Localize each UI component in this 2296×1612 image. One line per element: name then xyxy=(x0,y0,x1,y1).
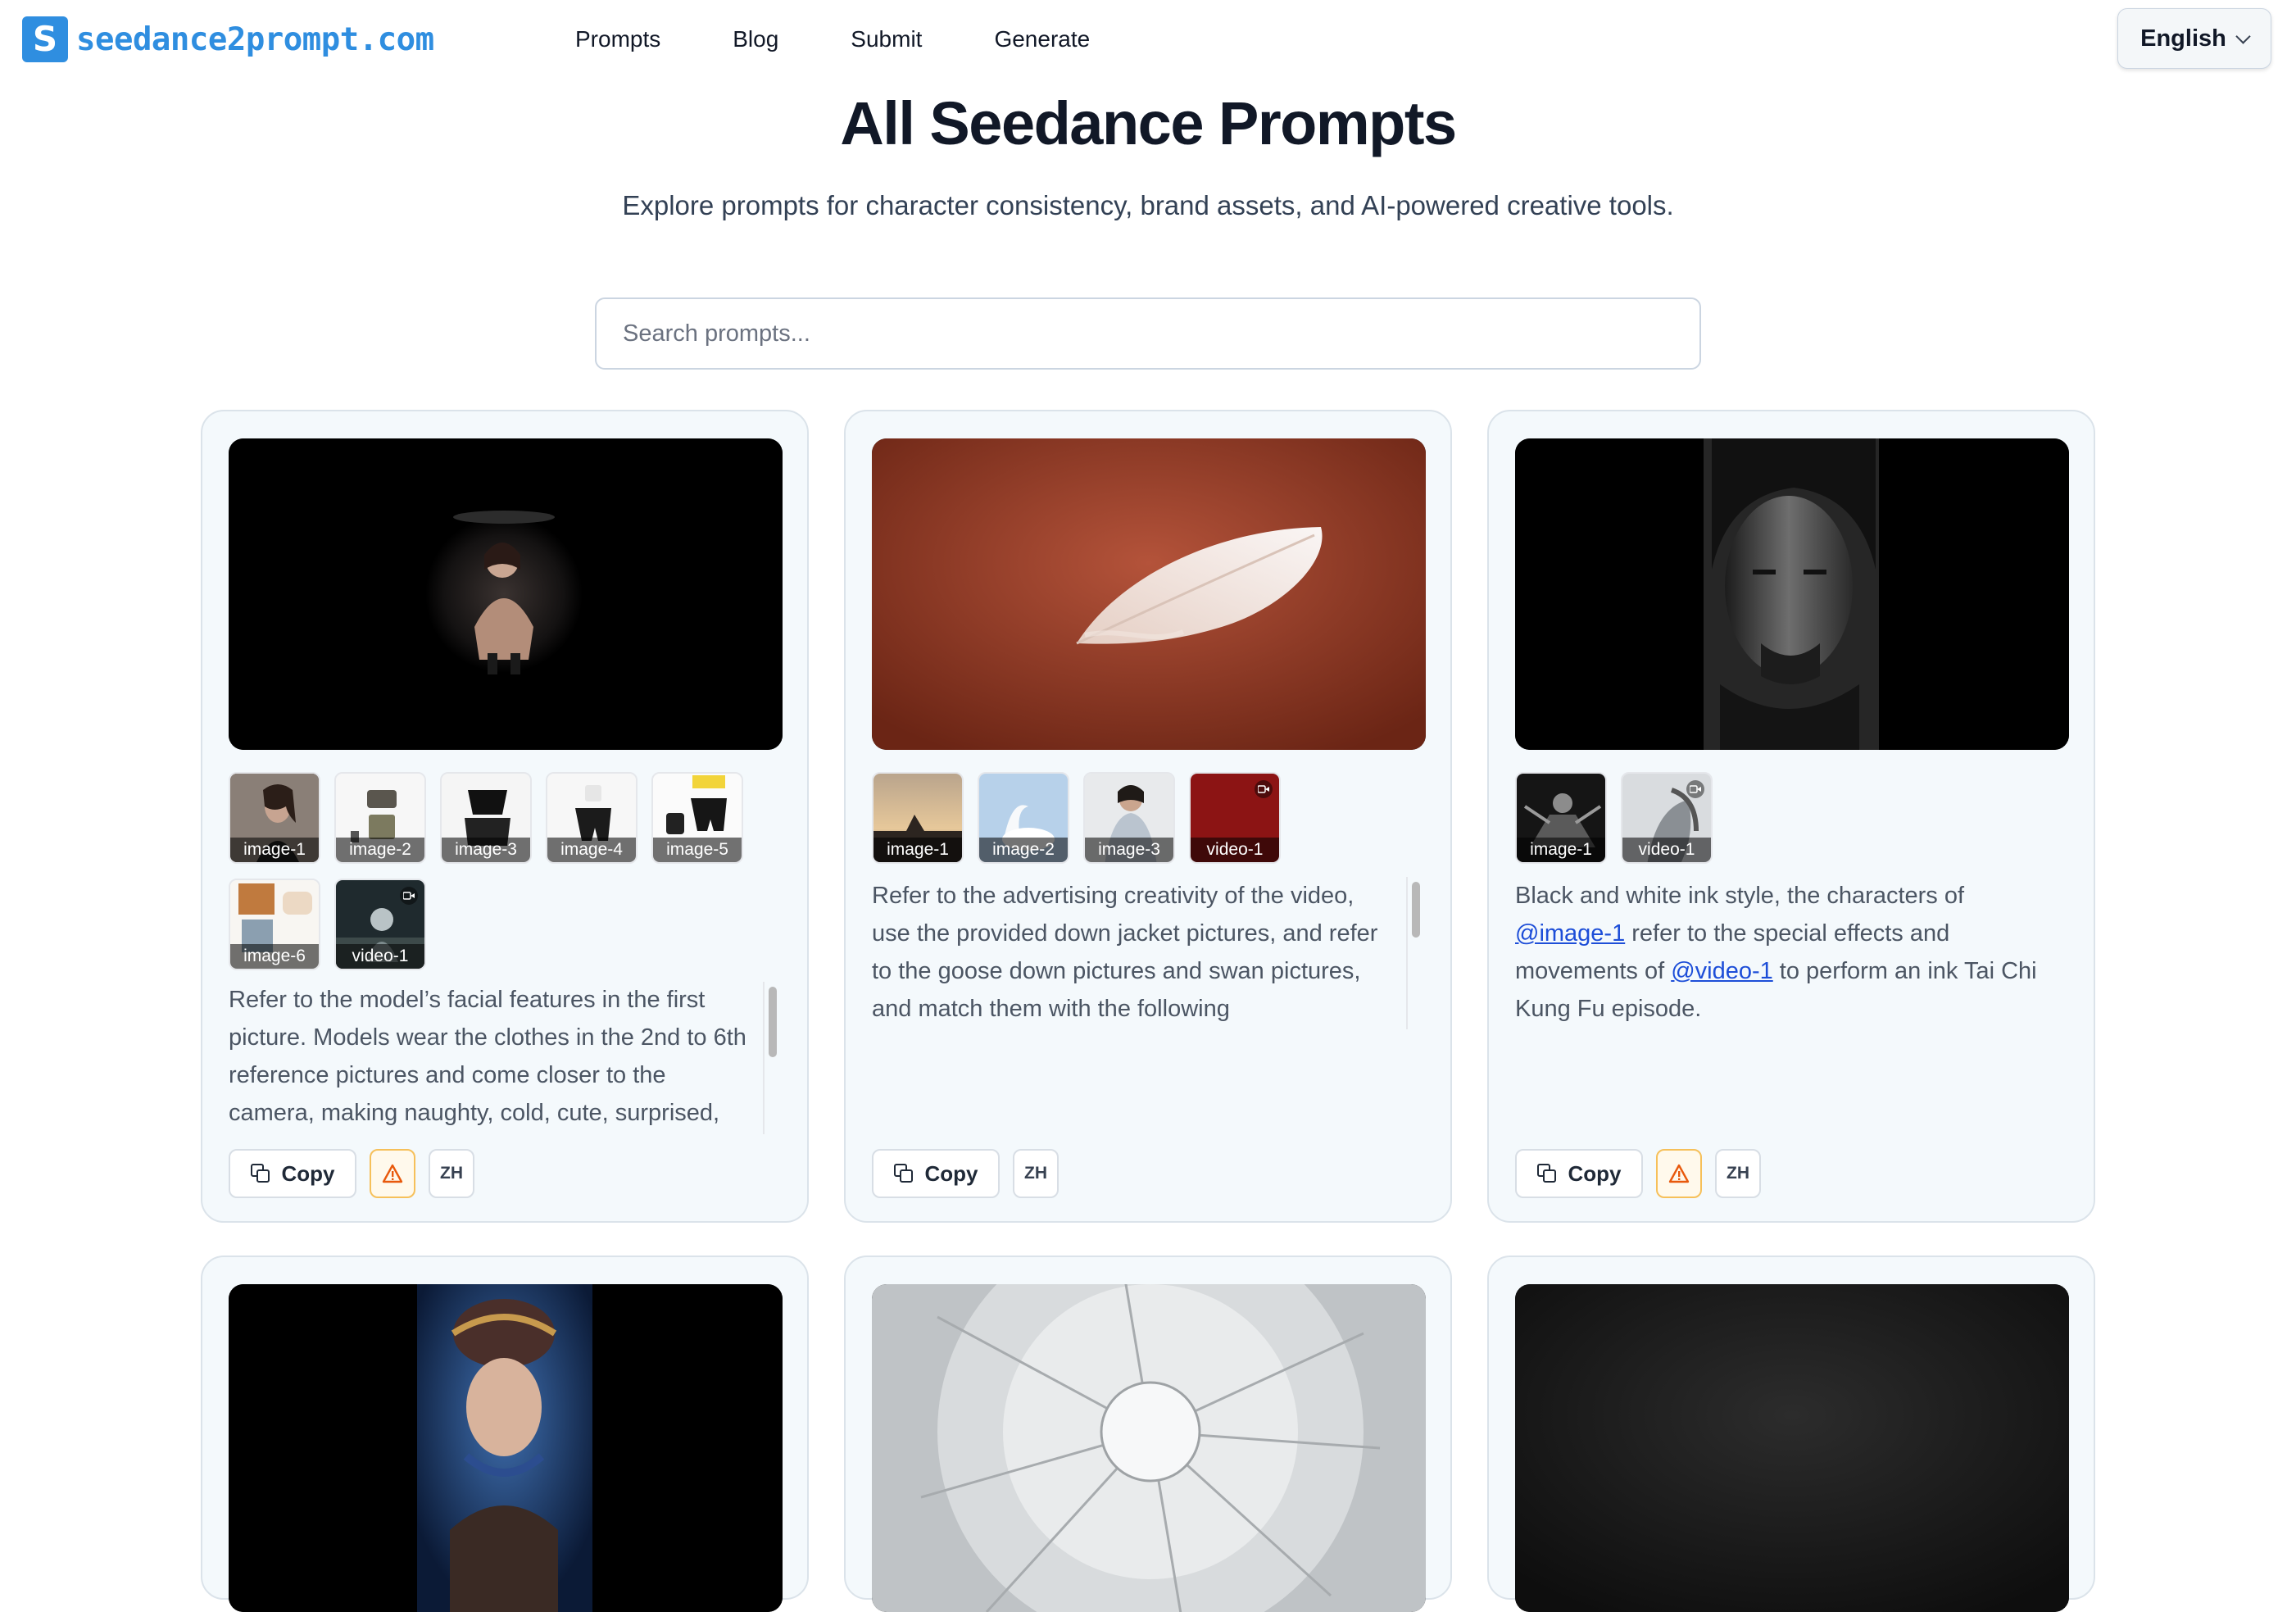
reference-thumb[interactable]: image-6 xyxy=(229,879,320,970)
prompt-video-preview[interactable] xyxy=(1515,438,2069,750)
reference-list: image-1 video-1 xyxy=(1515,772,2069,864)
reference-thumb[interactable]: video-1 xyxy=(1189,772,1281,864)
reference-thumb[interactable]: image-1 xyxy=(872,772,964,864)
prompt-video-preview[interactable] xyxy=(229,1284,783,1612)
image-mention-link[interactable]: @image-1 xyxy=(1515,920,1625,947)
prompt-card: image-1 video-1 Black and white ink styl… xyxy=(1487,410,2095,1223)
reference-list: image-1 image-2 image-3 video-1 xyxy=(872,772,1426,864)
copy-label: Copy xyxy=(281,1160,335,1186)
copy-button[interactable]: Copy xyxy=(872,1149,1000,1198)
chevron-down-icon xyxy=(2235,28,2251,44)
warning-button[interactable] xyxy=(1656,1149,1702,1198)
nav-submit[interactable]: Submit xyxy=(851,23,922,56)
nav-generate[interactable]: Generate xyxy=(994,23,1090,56)
language-toggle-button[interactable]: ZH xyxy=(1013,1149,1059,1198)
search-input[interactable] xyxy=(595,297,1701,370)
reference-thumb[interactable]: video-1 xyxy=(1621,772,1713,864)
video-mention-link[interactable]: @video-1 xyxy=(1671,958,1773,984)
card-actions: Copy ZH xyxy=(1515,1149,1761,1198)
warning-icon xyxy=(382,1164,403,1183)
scrollbar[interactable] xyxy=(763,982,779,1134)
reference-thumb[interactable]: image-2 xyxy=(978,772,1069,864)
prompt-card xyxy=(201,1256,809,1612)
copy-button[interactable]: Copy xyxy=(229,1149,356,1198)
reference-thumb[interactable]: image-2 xyxy=(334,772,426,864)
language-label: English xyxy=(2140,25,2226,52)
warning-button[interactable] xyxy=(370,1149,415,1198)
page-title: All Seedance Prompts xyxy=(840,89,1457,157)
card-actions: Copy ZH xyxy=(229,1149,474,1198)
logo-mark: S xyxy=(22,16,68,62)
prompt-card xyxy=(844,1256,1452,1612)
warning-icon xyxy=(1668,1164,1690,1183)
reference-thumb[interactable]: image-3 xyxy=(440,772,532,864)
prompt-video-preview[interactable] xyxy=(1515,1284,2069,1612)
page-subtitle: Explore prompts for character consistenc… xyxy=(622,190,1674,220)
copy-icon xyxy=(893,1164,914,1183)
video-camera-icon xyxy=(1255,780,1273,798)
copy-label: Copy xyxy=(1568,1160,1622,1186)
prompt-card xyxy=(1487,1256,2095,1612)
copy-icon xyxy=(250,1164,270,1183)
logo-text: seedance2prompt.com xyxy=(76,20,434,58)
reference-list: image-1 image-2 image-3 image-4 image-5 … xyxy=(229,772,783,970)
reference-thumb[interactable]: image-4 xyxy=(546,772,638,864)
reference-thumb[interactable]: image-5 xyxy=(651,772,743,864)
prompt-text: Refer to the advertising creativity of t… xyxy=(872,883,1378,1022)
language-toggle-button[interactable]: ZH xyxy=(429,1149,474,1198)
nav-prompts[interactable]: Prompts xyxy=(575,23,660,56)
prompt-video-preview[interactable] xyxy=(872,1284,1426,1612)
reference-thumb[interactable]: video-1 xyxy=(334,879,426,970)
prompt-text: Black and white ink style, the character… xyxy=(1515,883,2037,1022)
language-toggle-button[interactable]: ZH xyxy=(1715,1149,1761,1198)
scrollbar[interactable] xyxy=(1406,877,1423,1029)
reference-thumb[interactable]: image-1 xyxy=(229,772,320,864)
prompt-card: image-1 image-2 image-3 image-4 image-5 … xyxy=(201,410,809,1223)
prompt-video-preview[interactable] xyxy=(872,438,1426,750)
reference-thumb[interactable]: image-3 xyxy=(1083,772,1175,864)
nav-blog[interactable]: Blog xyxy=(733,23,778,56)
card-actions: Copy ZH xyxy=(872,1149,1059,1198)
prompt-video-preview[interactable] xyxy=(229,438,783,750)
video-camera-icon xyxy=(1686,780,1704,798)
prompt-card: image-1 image-2 image-3 video-1 Refer to… xyxy=(844,410,1452,1223)
main-nav: Prompts Blog Submit Generate xyxy=(575,23,1090,56)
video-camera-icon xyxy=(400,887,418,905)
copy-button[interactable]: Copy xyxy=(1515,1149,1643,1198)
language-select[interactable]: English xyxy=(2117,8,2271,69)
copy-icon xyxy=(1536,1164,1557,1183)
copy-label: Copy xyxy=(924,1160,978,1186)
prompt-text: Refer to the model’s facial features in … xyxy=(229,987,746,1126)
site-logo[interactable]: S seedance2prompt.com xyxy=(22,16,434,62)
reference-thumb[interactable]: image-1 xyxy=(1515,772,1607,864)
